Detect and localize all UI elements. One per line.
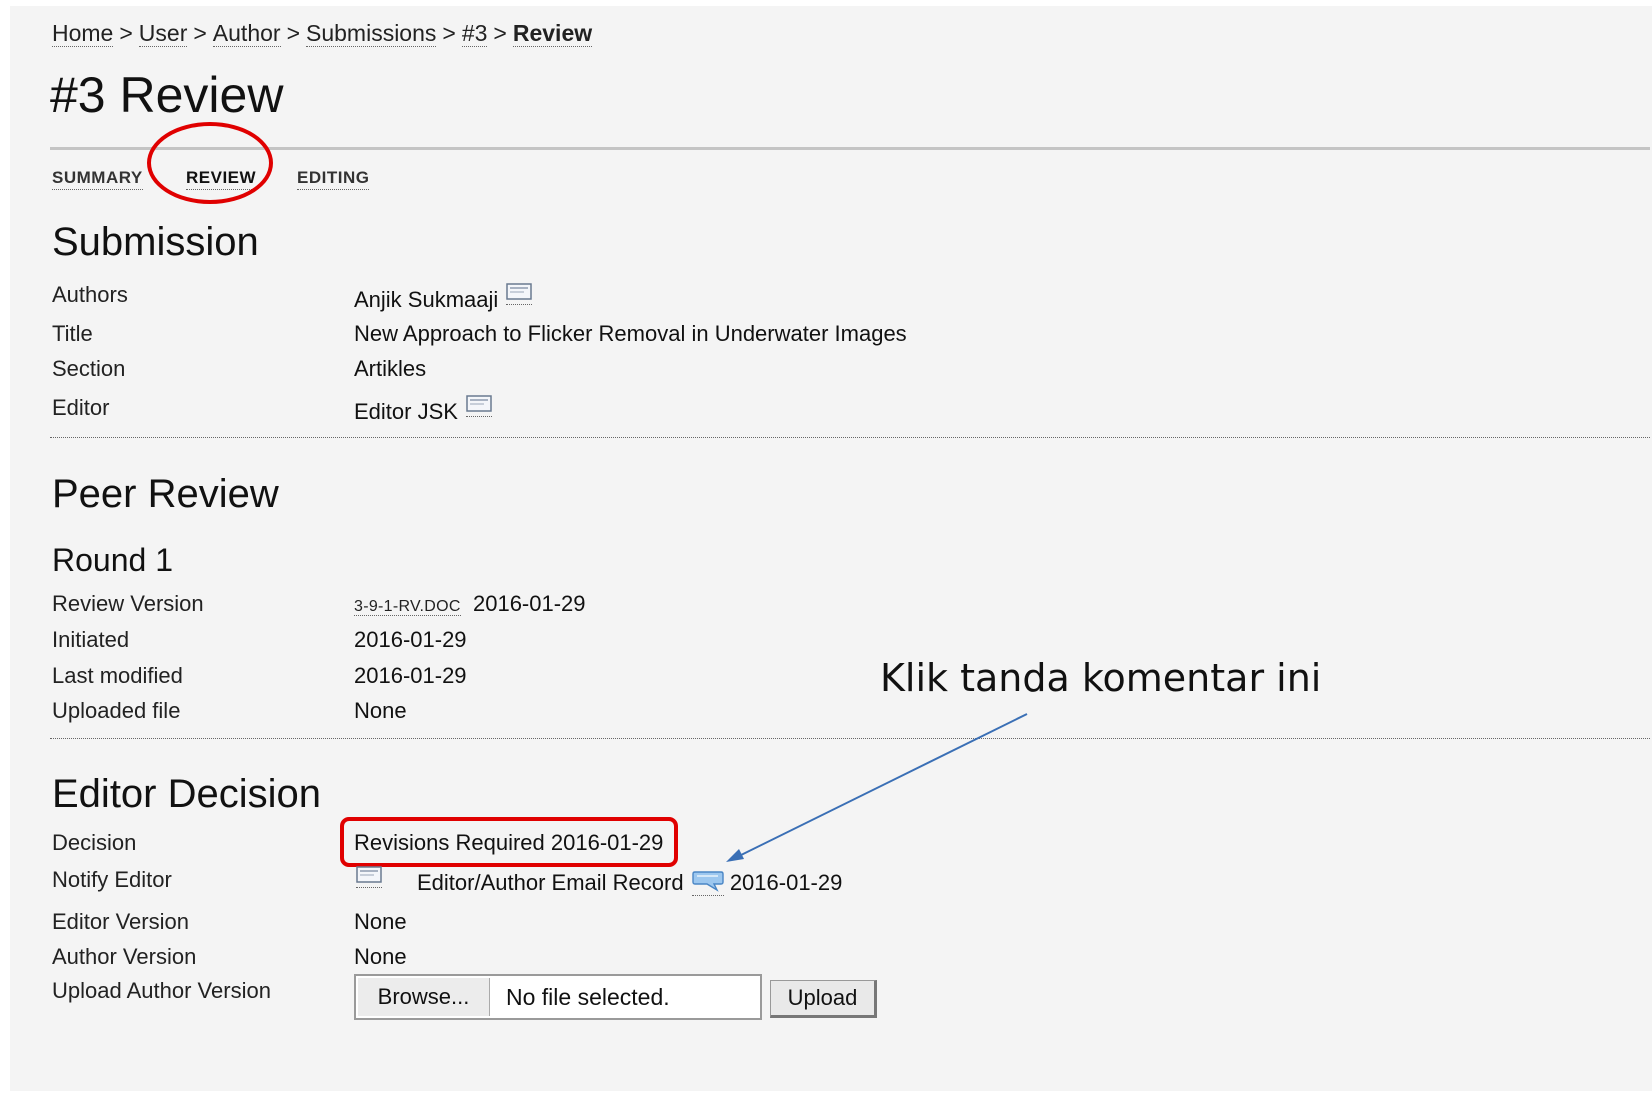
envelope-icon[interactable]: [465, 395, 492, 417]
notify-envelope: [354, 866, 382, 896]
initiated-label: Initiated: [52, 627, 130, 652]
editor-decision-heading: Editor Decision: [52, 772, 322, 816]
breadcrumb-separator: >: [119, 20, 133, 46]
tab-summary[interactable]: SUMMARY: [52, 168, 143, 190]
review-version-date: 2016-01-29: [472, 591, 586, 616]
authors-row: Anjik Sukmaaji: [354, 283, 533, 313]
browse-button[interactable]: Browse...: [358, 978, 490, 1016]
breadcrumb-separator: >: [193, 20, 207, 46]
peer-review-heading: Peer Review: [52, 472, 279, 516]
breadcrumb-separator: >: [286, 20, 300, 46]
breadcrumb-home-link[interactable]: Home: [52, 20, 114, 47]
title-value: New Approach to Flicker Removal in Under…: [354, 321, 907, 346]
editor-value: Editor JSK: [354, 399, 458, 424]
title-divider: [50, 147, 1650, 150]
editor-version-label: Editor Version: [52, 909, 189, 934]
breadcrumb-submissions-link[interactable]: Submissions: [306, 20, 437, 47]
envelope-icon[interactable]: [506, 283, 533, 305]
no-file-selected-text: No file selected.: [506, 984, 670, 1010]
annotation-text: Klik tanda komentar ini: [880, 656, 1322, 700]
section-value: Artikles: [354, 356, 427, 381]
comment-bubble-icon[interactable]: [691, 870, 724, 896]
uploaded-file-value: None: [354, 698, 407, 723]
review-version-label: Review Version: [52, 591, 204, 616]
review-version-row: 3-9-1-RV.DOC 2016-01-29: [354, 591, 586, 617]
title-label: Title: [52, 321, 93, 346]
email-record-label: Editor/Author Email Record: [417, 870, 684, 895]
section-divider: [50, 738, 1650, 739]
breadcrumb-user-link[interactable]: User: [138, 20, 188, 47]
envelope-icon[interactable]: [356, 866, 382, 888]
decision-highlight-box: [340, 817, 678, 867]
last-modified-label: Last modified: [52, 663, 183, 688]
uploaded-file-label: Uploaded file: [52, 698, 181, 723]
section-divider: [50, 437, 1650, 438]
page-title: #3 Review: [50, 67, 284, 123]
notify-row: Editor/Author Email Record 2016-01-29: [417, 870, 842, 896]
authors-label: Authors: [52, 282, 128, 307]
breadcrumb: Home > User > Author > Submissions > #3 > Review: [52, 20, 593, 47]
round-heading: Round 1: [52, 542, 173, 578]
decision-label: Decision: [52, 830, 137, 855]
breadcrumb-author-link[interactable]: Author: [212, 20, 281, 47]
upload-button[interactable]: Upload: [770, 980, 877, 1018]
author-version-label: Author Version: [52, 944, 197, 969]
notify-editor-label: Notify Editor: [52, 867, 172, 892]
tab-editing[interactable]: EDITING: [297, 168, 370, 190]
last-modified-value: 2016-01-29: [354, 663, 467, 688]
upload-author-version-label: Upload Author Version: [52, 978, 271, 1003]
file-input[interactable]: Browse... No file selected.: [354, 974, 762, 1020]
author-version-value: None: [354, 944, 407, 969]
editor-label: Editor: [52, 395, 110, 420]
authors-value: Anjik Sukmaaji: [354, 287, 499, 312]
breadcrumb-separator: >: [493, 20, 507, 46]
notify-date: 2016-01-29: [729, 870, 843, 895]
submission-heading: Submission: [52, 220, 259, 264]
review-version-file-link[interactable]: 3-9-1-RV.DOC: [354, 598, 461, 616]
review-tab-highlight-circle: [147, 122, 273, 204]
section-label: Section: [52, 356, 126, 381]
breadcrumb-submission-3-link[interactable]: #3: [461, 20, 488, 47]
editor-version-value: None: [354, 909, 407, 934]
initiated-value: 2016-01-29: [354, 627, 467, 652]
breadcrumb-current-review[interactable]: Review: [512, 20, 593, 47]
editor-row: Editor JSK: [354, 395, 492, 425]
breadcrumb-separator: >: [442, 20, 456, 46]
